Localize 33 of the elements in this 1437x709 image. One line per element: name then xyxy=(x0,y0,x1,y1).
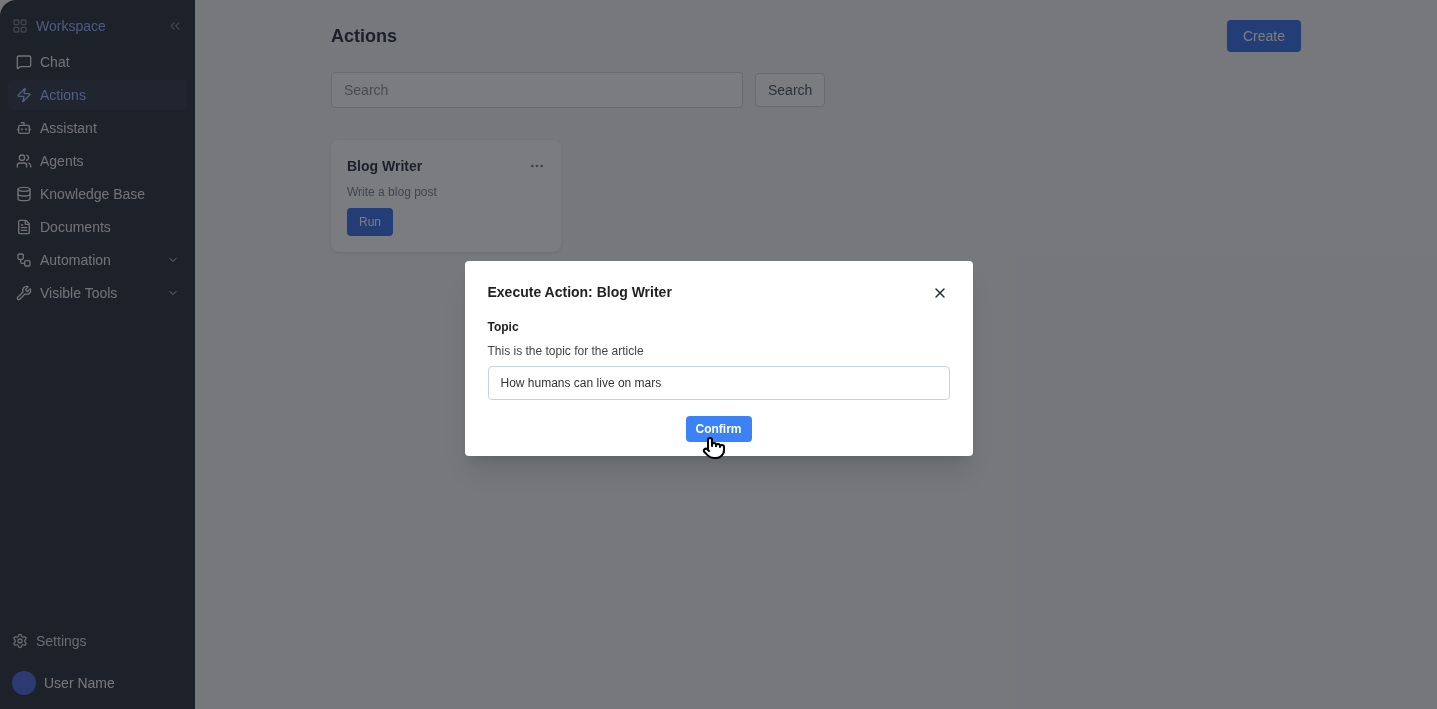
dialog-title: Execute Action: Blog Writer xyxy=(487,283,672,302)
card-description: Write a blog post xyxy=(347,184,438,200)
sidebar-item[interactable]: Knowledge Base xyxy=(8,179,187,209)
menu-item-icon xyxy=(16,120,32,136)
topic-field[interactable]: How humans can live on mars xyxy=(487,366,950,400)
create-button[interactable]: Create xyxy=(1226,20,1301,52)
settings-icon xyxy=(12,633,28,649)
brand-name: Workspace xyxy=(36,17,106,36)
sidebar-item[interactable]: Agents xyxy=(8,146,187,176)
search-button[interactable]: Search xyxy=(755,73,826,107)
menu-item-icon xyxy=(16,252,32,268)
logo-icon xyxy=(12,18,28,34)
menu-item-icon xyxy=(16,219,32,235)
settings-item[interactable]: Settings xyxy=(0,625,195,657)
user-name: User Name xyxy=(44,674,115,693)
sidebar-item[interactable]: Visible Tools xyxy=(8,278,187,308)
menu-item-icon xyxy=(16,87,32,103)
sidebar-item[interactable]: Automation xyxy=(8,245,187,275)
menu-item-icon xyxy=(16,285,32,301)
field-help: This is the topic for the article xyxy=(487,343,644,360)
avatar xyxy=(12,671,36,695)
sidebar-item[interactable]: Chat xyxy=(8,47,187,77)
menu-item-icon xyxy=(16,54,32,70)
menu-item-icon xyxy=(16,153,32,169)
sidebar-item[interactable]: Actions xyxy=(8,80,187,110)
run-button[interactable]: Run xyxy=(347,208,393,236)
card-title: Blog Writer xyxy=(347,157,423,176)
sidebar-item[interactable]: Assistant xyxy=(8,113,187,143)
sidebar-item[interactable]: Documents xyxy=(8,212,187,242)
menu-item-icon xyxy=(16,186,32,202)
confirm-button[interactable]: Confirm xyxy=(685,416,752,442)
page-title: Actions xyxy=(331,25,397,48)
field-label: Topic xyxy=(487,319,519,336)
